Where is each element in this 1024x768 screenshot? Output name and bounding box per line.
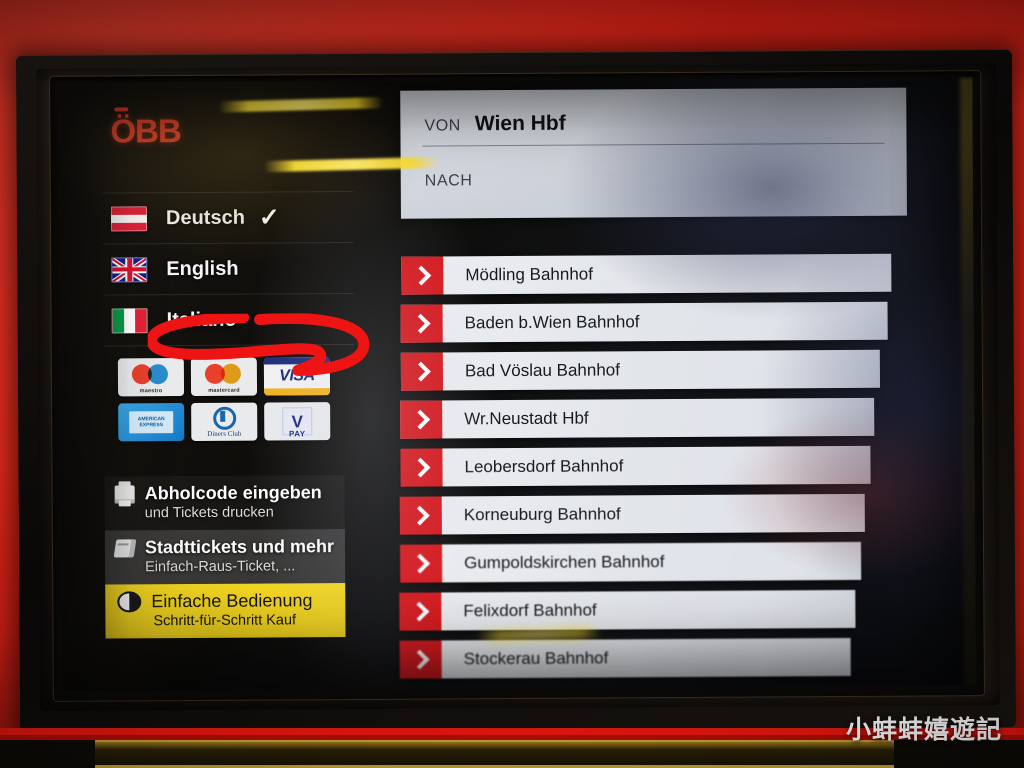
station-name: Baden b.Wien Bahnhof (464, 312, 640, 333)
to-label: NACH (424, 172, 473, 190)
sidebar-menu: Abholcode eingeben und Tickets drucken S… (104, 475, 346, 639)
stadttickets-subtitle: Einfach-Raus-Ticket, ... (145, 558, 296, 576)
ticket-machine-kiosk: ÖBB Deutsch ✓ English Italiano maestro m… (0, 0, 1024, 768)
language-label-english: English (166, 257, 239, 280)
station-name: Bad Vöslau Bahnhof (464, 360, 620, 381)
diners-club-label: Diners Club (207, 429, 242, 438)
chevron-right-icon (400, 304, 443, 343)
ticket-icon (113, 538, 137, 557)
einfache-bedienung-title: Einfache Bedienung (151, 590, 313, 612)
maestro-label: maestro (139, 388, 163, 395)
from-value: Wien Hbf (474, 111, 566, 136)
contrast-icon (117, 591, 142, 613)
chevron-right-icon (399, 496, 442, 535)
sidebar-item-italiano[interactable]: Italiano (103, 292, 354, 347)
station-row-stockerau[interactable]: Stockerau Bahnhof (399, 637, 851, 679)
station-row-modling[interactable]: Mödling Bahnhof (401, 253, 892, 295)
from-field[interactable]: VON Wien Hbf (424, 112, 565, 137)
station-row-leobersdorf[interactable]: Leobersdorf Bahnhof (400, 445, 871, 487)
sidebar-item-english[interactable]: English (103, 241, 354, 295)
visa-label: VISA (279, 367, 315, 385)
touchscreen[interactable]: ÖBB Deutsch ✓ English Italiano maestro m… (58, 77, 976, 691)
flag-uk-icon (111, 256, 148, 282)
flag-austria-icon (110, 205, 148, 231)
abholcode-subtitle: und Tickets drucken (144, 504, 274, 522)
chevron-right-icon (400, 352, 444, 391)
american-express-icon: AMERICAN EXPRESS (118, 403, 185, 442)
sidebar-item-stadttickets[interactable]: Stadttickets und mehr Einfach-Raus-Ticke… (104, 529, 346, 585)
field-divider (422, 142, 885, 147)
printer-icon (114, 484, 135, 503)
station-row-bad-voslau[interactable]: Bad Vöslau Bahnhof (400, 349, 881, 391)
journey-search-box[interactable]: VON Wien Hbf NACH (400, 87, 907, 219)
sidebar-item-deutsch[interactable]: Deutsch ✓ (102, 190, 354, 244)
station-name: Stockerau Bahnhof (463, 648, 609, 669)
language-label-italiano: Italiano (166, 308, 237, 331)
station-row-korneuburg[interactable]: Korneuburg Bahnhof (399, 493, 865, 535)
accepted-payment-cards: maestro mastercard VISA AMERICAN EXPRESS (117, 357, 334, 442)
chevron-right-icon (400, 400, 443, 439)
chevron-right-icon (399, 640, 442, 679)
station-name: Mödling Bahnhof (465, 264, 593, 285)
main-panel: VON Wien Hbf NACH Mödling Bahnhof Baden … (388, 77, 976, 689)
station-row-gumpoldskirchen[interactable]: Gumpoldskirchen Bahnhof (399, 541, 862, 583)
diners-club-icon: Diners Club (191, 402, 258, 441)
station-name: Gumpoldskirchen Bahnhof (464, 552, 665, 573)
station-name: Leobersdorf Bahnhof (464, 456, 624, 477)
flag-italy-icon (111, 307, 148, 333)
kiosk-bottom-display-panel (95, 740, 894, 768)
sidebar: ÖBB Deutsch ✓ English Italiano maestro m… (102, 89, 356, 691)
stadttickets-title: Stadttickets und mehr (144, 536, 335, 558)
oebb-logo: ÖBB (110, 112, 181, 150)
from-label: VON (424, 117, 461, 135)
kiosk-ui: ÖBB Deutsch ✓ English Italiano maestro m… (58, 77, 976, 691)
visa-icon: VISA (263, 357, 331, 396)
station-row-felixdorf[interactable]: Felixdorf Bahnhof (399, 589, 856, 631)
chevron-right-icon (401, 256, 444, 295)
v-pay-icon: V PAY (264, 402, 331, 441)
amex-label: AMERICAN EXPRESS (137, 415, 165, 429)
abholcode-title: Abholcode eingeben (144, 482, 322, 504)
station-row-baden[interactable]: Baden b.Wien Bahnhof (400, 301, 888, 343)
language-label-deutsch: Deutsch (165, 206, 245, 229)
station-row-wr-neustadt[interactable]: Wr.Neustadt Hbf (400, 397, 875, 439)
chevron-right-icon (399, 544, 443, 583)
maestro-icon: maestro (117, 358, 185, 397)
chevron-right-icon (399, 592, 442, 631)
oebb-logo-text: ÖBB (110, 112, 181, 150)
station-name: Felixdorf Bahnhof (463, 600, 597, 621)
chevron-right-icon (400, 448, 443, 487)
mastercard-label: mastercard (208, 387, 240, 394)
mastercard-icon: mastercard (190, 357, 258, 396)
station-suggestion-list: Mödling Bahnhof Baden b.Wien Bahnhof Bad… (397, 253, 920, 689)
to-field[interactable]: NACH (425, 172, 487, 190)
sidebar-item-einfache-bedienung[interactable]: Einfache Bedienung Schritt-für-Schritt K… (105, 583, 346, 639)
station-name: Korneuburg Bahnhof (463, 504, 621, 525)
language-list: Deutsch ✓ English Italiano (102, 190, 354, 347)
einfache-bedienung-subtitle: Schritt-für-Schritt Kauf (153, 612, 297, 630)
station-name: Wr.Neustadt Hbf (464, 408, 589, 429)
sidebar-item-abholcode[interactable]: Abholcode eingeben und Tickets drucken (104, 475, 345, 531)
watermark: 小蚌蚌嬉遊記 (845, 715, 1002, 744)
check-icon: ✓ (258, 202, 280, 232)
